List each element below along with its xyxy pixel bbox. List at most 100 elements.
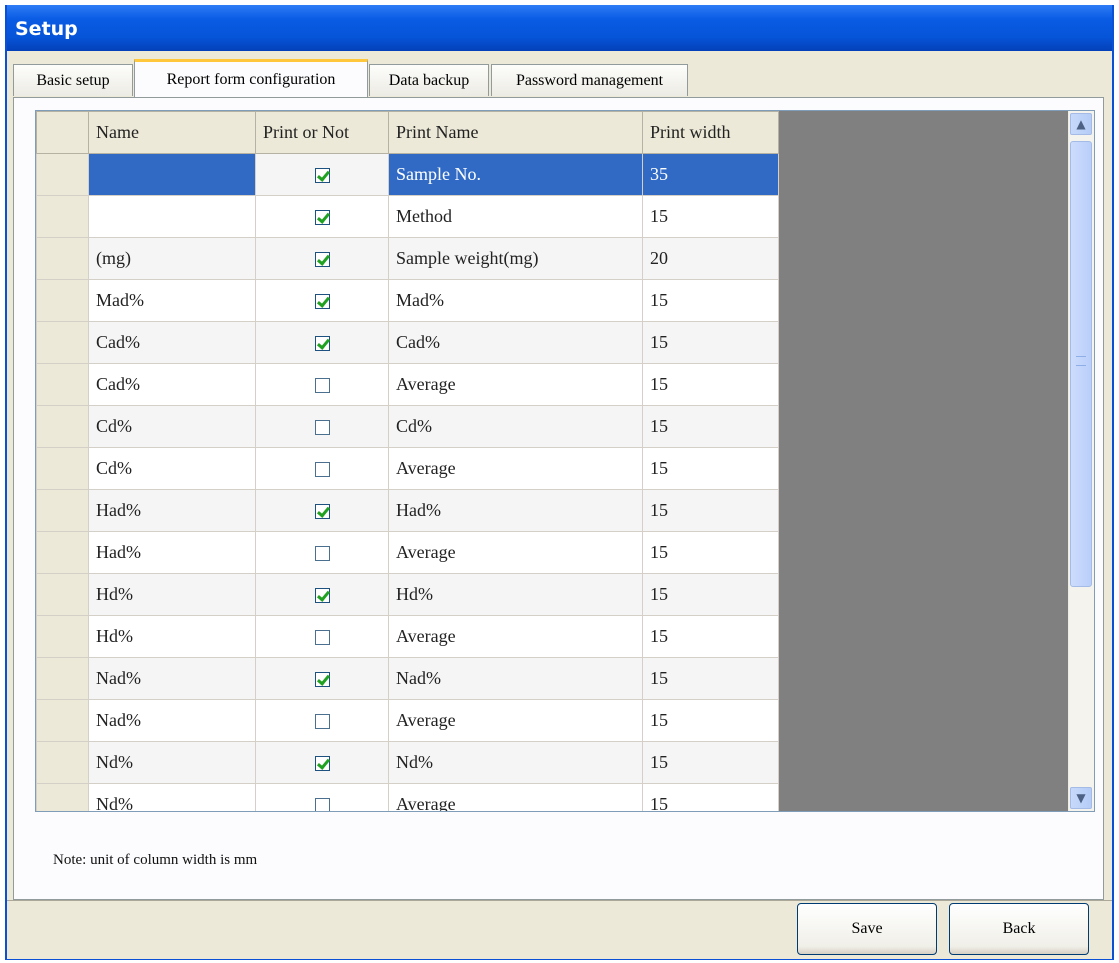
print-name-cell[interactable]: Hd% [388, 573, 643, 616]
name-cell[interactable]: (mg) [88, 237, 256, 280]
print-name-cell[interactable]: Had% [388, 489, 643, 532]
row-header-cell[interactable] [36, 531, 89, 574]
row-header-cell[interactable] [36, 153, 89, 196]
print-or-not-cell[interactable] [255, 489, 389, 532]
column-header-name[interactable]: Name [88, 111, 256, 154]
name-cell[interactable]: Nad% [88, 657, 256, 700]
row-header-cell[interactable] [36, 447, 89, 490]
checkbox-checked[interactable] [314, 294, 330, 310]
print-name-cell[interactable]: Average [388, 447, 643, 490]
name-cell[interactable]: Hd% [88, 615, 256, 658]
vertical-scrollbar[interactable]: ▲ ▼ [1068, 111, 1094, 811]
print-or-not-cell[interactable] [255, 741, 389, 784]
print-name-cell[interactable]: Cd% [388, 405, 643, 448]
name-cell[interactable]: Nd% [88, 783, 256, 811]
print-name-cell[interactable]: Method [388, 195, 643, 238]
checkbox-unchecked[interactable] [314, 798, 330, 811]
table-row[interactable]: Had% Average 15 [36, 531, 779, 574]
save-button[interactable]: Save [797, 903, 937, 955]
print-name-cell[interactable]: Sample weight(mg) [388, 237, 643, 280]
checkbox-unchecked[interactable] [314, 420, 330, 436]
row-header-cell[interactable] [36, 699, 89, 742]
table-row[interactable]: Hd% Hd% 15 [36, 573, 779, 616]
name-cell[interactable]: Cad% [88, 321, 256, 364]
checkbox-checked[interactable] [314, 252, 330, 268]
checkbox-unchecked[interactable] [314, 378, 330, 394]
row-header-cell[interactable] [36, 615, 89, 658]
tab-password-management[interactable]: Password management [491, 64, 688, 96]
scroll-thumb[interactable] [1070, 141, 1092, 587]
print-width-cell[interactable]: 20 [642, 237, 779, 280]
column-header-print-or-not[interactable]: Print or Not [255, 111, 389, 154]
checkbox-checked[interactable] [314, 168, 330, 184]
print-or-not-cell[interactable] [255, 237, 389, 280]
print-name-cell[interactable]: Nad% [388, 657, 643, 700]
print-width-cell[interactable]: 15 [642, 405, 779, 448]
name-cell[interactable]: Nad% [88, 699, 256, 742]
print-or-not-cell[interactable] [255, 657, 389, 700]
row-header-cell[interactable] [36, 489, 89, 532]
name-cell[interactable]: Cd% [88, 405, 256, 448]
checkbox-checked[interactable] [314, 756, 330, 772]
print-width-cell[interactable]: 15 [642, 657, 779, 700]
print-name-cell[interactable]: Nd% [388, 741, 643, 784]
print-or-not-cell[interactable] [255, 321, 389, 364]
table-row[interactable]: Cd% Cd% 15 [36, 405, 779, 448]
table-row[interactable]: Method 15 [36, 195, 779, 238]
table-row[interactable]: Nd% Nd% 15 [36, 741, 779, 784]
table-row[interactable]: Nad% Average 15 [36, 699, 779, 742]
print-width-cell[interactable]: 15 [642, 615, 779, 658]
print-or-not-cell[interactable] [255, 405, 389, 448]
print-or-not-cell[interactable] [255, 783, 389, 811]
checkbox-checked[interactable] [314, 588, 330, 604]
name-cell[interactable]: Hd% [88, 573, 256, 616]
print-width-cell[interactable]: 15 [642, 447, 779, 490]
checkbox-checked[interactable] [314, 210, 330, 226]
print-or-not-cell[interactable] [255, 279, 389, 322]
print-width-cell[interactable]: 15 [642, 279, 779, 322]
print-name-cell[interactable]: Cad% [388, 321, 643, 364]
print-width-cell[interactable]: 15 [642, 489, 779, 532]
report-config-grid[interactable]: Name Print or Not Print Name Print width… [35, 110, 1095, 812]
checkbox-checked[interactable] [314, 672, 330, 688]
table-row[interactable]: Had% Had% 15 [36, 489, 779, 532]
table-row[interactable]: Sample No. 35 [36, 153, 779, 196]
print-name-cell[interactable]: Sample No. [388, 153, 643, 196]
print-or-not-cell[interactable] [255, 153, 389, 196]
checkbox-unchecked[interactable] [314, 714, 330, 730]
row-header-cell[interactable] [36, 279, 89, 322]
print-width-cell[interactable]: 15 [642, 321, 779, 364]
table-row[interactable]: Mad% Mad% 15 [36, 279, 779, 322]
table-row[interactable]: Nd% Average 15 [36, 783, 779, 811]
print-width-cell[interactable]: 15 [642, 741, 779, 784]
row-header-cell[interactable] [36, 657, 89, 700]
print-width-cell[interactable]: 15 [642, 699, 779, 742]
print-name-cell[interactable]: Average [388, 363, 643, 406]
print-name-cell[interactable]: Mad% [388, 279, 643, 322]
row-header-cell[interactable] [36, 321, 89, 364]
print-or-not-cell[interactable] [255, 573, 389, 616]
table-row[interactable]: Cad% Average 15 [36, 363, 779, 406]
checkbox-unchecked[interactable] [314, 546, 330, 562]
name-cell[interactable] [88, 195, 256, 238]
name-cell[interactable] [88, 153, 256, 196]
table-row[interactable]: Cd% Average 15 [36, 447, 779, 490]
tab-data-backup[interactable]: Data backup [369, 64, 489, 96]
print-name-cell[interactable]: Average [388, 615, 643, 658]
checkbox-checked[interactable] [314, 336, 330, 352]
print-width-cell[interactable]: 15 [642, 363, 779, 406]
checkbox-unchecked[interactable] [314, 630, 330, 646]
print-width-cell[interactable]: 15 [642, 783, 779, 811]
print-or-not-cell[interactable] [255, 447, 389, 490]
column-header-print-width[interactable]: Print width [642, 111, 779, 154]
name-cell[interactable]: Cad% [88, 363, 256, 406]
name-cell[interactable]: Mad% [88, 279, 256, 322]
print-or-not-cell[interactable] [255, 615, 389, 658]
print-width-cell[interactable]: 35 [642, 153, 779, 196]
print-name-cell[interactable]: Average [388, 783, 643, 811]
name-cell[interactable]: Nd% [88, 741, 256, 784]
back-button[interactable]: Back [949, 903, 1089, 955]
row-header-cell[interactable] [36, 237, 89, 280]
name-cell[interactable]: Had% [88, 531, 256, 574]
row-header-cell[interactable] [36, 195, 89, 238]
